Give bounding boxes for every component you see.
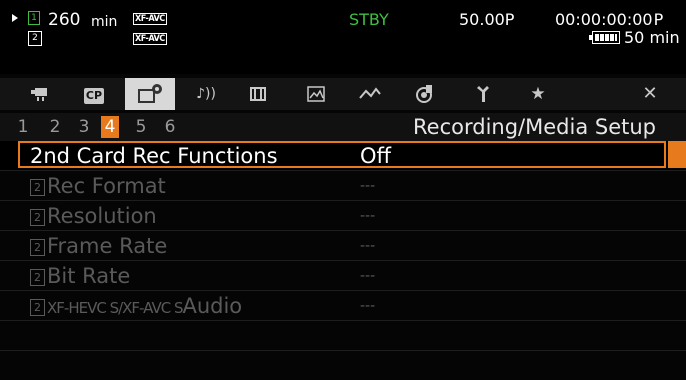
- remaining-time: 260: [48, 10, 81, 30]
- page-3[interactable]: 3: [75, 116, 93, 138]
- tab-assist[interactable]: [298, 78, 334, 110]
- page-selector-row: 1 2 3 4 5 6 Recording/Media Setup: [0, 113, 686, 141]
- camera-menu-screen: 1 260 min XF-AVC 2 XF-AVC STBY 50.00P 00…: [0, 0, 686, 380]
- page-4[interactable]: 4: [101, 116, 119, 138]
- format-badge-bottom: XF-AVC: [133, 33, 167, 45]
- menu-item-format-prefix: XF-HEVC S/XF-AVC S: [47, 299, 183, 317]
- custom-picture-icon: CP: [84, 88, 104, 104]
- recording-setup-icon: [138, 84, 162, 103]
- card-slot-1-icon: 1: [28, 11, 40, 25]
- timecode: 00:00:00:00P: [555, 10, 664, 29]
- system-icon: [416, 85, 432, 103]
- tab-audio[interactable]: ♪)): [188, 78, 224, 110]
- page-5[interactable]: 5: [132, 116, 150, 138]
- card-slot-2-icon: 2: [30, 269, 45, 286]
- tab-custom-picture[interactable]: CP: [76, 78, 112, 110]
- menu-item-value: ---: [360, 238, 376, 254]
- menu-item-text: Audio: [182, 294, 243, 318]
- maintenance-icon: [477, 86, 489, 102]
- assist-icon: [307, 86, 325, 102]
- menu-item-text: Bit Rate: [47, 264, 131, 288]
- battery-time: 50 min: [624, 28, 680, 47]
- remaining-unit: min: [91, 14, 118, 30]
- menu-item-value: ---: [360, 178, 376, 194]
- menu-item-label: 2 Bit Rate: [30, 262, 130, 290]
- camera-icon: [31, 88, 47, 101]
- menu-item-text: Frame Rate: [47, 234, 168, 258]
- menu-item-value: ---: [360, 268, 376, 284]
- monitor-icon: [250, 87, 266, 101]
- menu-item-value: ---: [360, 298, 376, 314]
- play-icon: [12, 14, 18, 22]
- card-slot-2-icon: 2: [30, 209, 45, 226]
- menu-item-rec-format[interactable]: 2 Rec Format ---: [0, 171, 686, 201]
- card-slot-2-icon: 2: [28, 31, 42, 46]
- menu-tab-bar: CP ♪)) ★ ✕: [0, 78, 686, 110]
- menu-item-label: 2 XF-HEVC S/XF-AVC SAudio: [30, 292, 242, 322]
- selection-cursor: [18, 141, 666, 168]
- page-1[interactable]: 1: [14, 116, 32, 138]
- tab-recording-setup[interactable]: [125, 78, 175, 110]
- menu-item-label: 2 Frame Rate: [30, 232, 167, 260]
- menu-item-frame-rate[interactable]: 2 Frame Rate ---: [0, 231, 686, 261]
- menu-empty-row: [0, 321, 686, 351]
- card-slot-2-icon: 2: [30, 239, 45, 256]
- card-slot-2-icon: 2: [30, 299, 45, 316]
- card-slot-2-icon: 2: [30, 179, 45, 196]
- page-2[interactable]: 2: [46, 116, 64, 138]
- menu-item-bit-rate[interactable]: 2 Bit Rate ---: [0, 261, 686, 291]
- menu-item-label: 2 Resolution: [30, 202, 157, 230]
- menu-item-resolution[interactable]: 2 Resolution ---: [0, 201, 686, 231]
- selection-edge: [668, 141, 686, 168]
- tab-system[interactable]: [406, 78, 442, 110]
- format-badge-top: XF-AVC: [133, 13, 167, 25]
- tab-monitor[interactable]: [240, 78, 276, 110]
- tab-network[interactable]: [352, 78, 388, 110]
- network-icon: [359, 87, 381, 99]
- status-bar: 1 260 min XF-AVC 2 XF-AVC STBY 50.00P 00…: [0, 0, 686, 74]
- mode-indicator: STBY: [349, 10, 389, 29]
- menu-item-value: ---: [360, 208, 376, 224]
- menu-item-audio[interactable]: 2 XF-HEVC S/XF-AVC SAudio ---: [0, 291, 686, 321]
- page-title: Recording/Media Setup: [413, 115, 656, 139]
- menu-item-text: Rec Format: [47, 174, 166, 198]
- close-menu-button[interactable]: ✕: [632, 78, 668, 110]
- tab-my-menu[interactable]: ★: [520, 78, 556, 110]
- menu-empty-row: [0, 351, 686, 380]
- frame-rate-indicator: 50.00P: [459, 10, 515, 29]
- tab-maintenance[interactable]: [466, 78, 502, 110]
- battery-icon: [589, 31, 620, 44]
- tab-camera[interactable]: [22, 78, 58, 110]
- page-6[interactable]: 6: [161, 116, 179, 138]
- menu-item-label: 2 Rec Format: [30, 172, 166, 200]
- menu-item-text: Resolution: [47, 204, 157, 228]
